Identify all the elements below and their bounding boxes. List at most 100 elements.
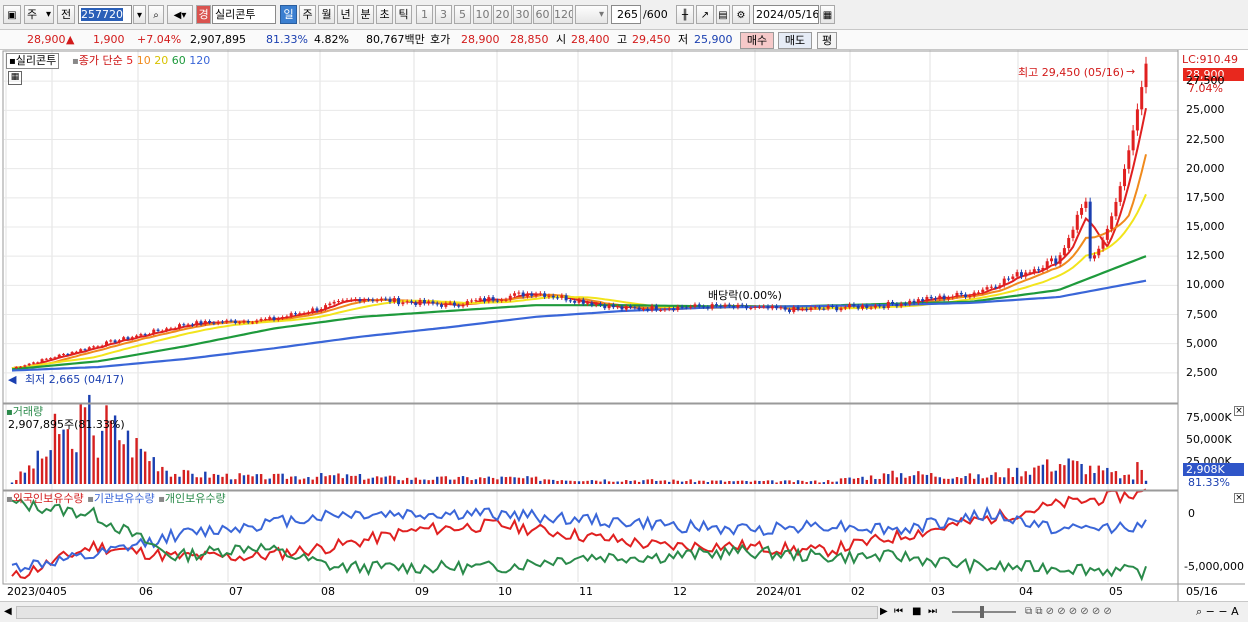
fast-forward-icon[interactable]: ⏭ (928, 605, 937, 618)
interval-60[interactable]: 60 (533, 5, 552, 24)
candle-body (1028, 272, 1032, 274)
volume-bar (255, 474, 259, 484)
volume-bar (792, 482, 795, 484)
price-ytick: 12,500 (1186, 249, 1225, 263)
buy-button[interactable]: 매수 (740, 32, 774, 49)
candle-body (96, 346, 100, 348)
volume-bar (839, 478, 843, 484)
period-year[interactable]: 년 (337, 5, 354, 24)
candle-body (1123, 168, 1127, 187)
scroll-right-icon[interactable]: ▶ (880, 605, 888, 618)
scroll-left-icon[interactable]: ◀ (4, 605, 12, 618)
zoom-slider[interactable] (952, 611, 1016, 613)
average-button[interactable]: 평 (817, 32, 837, 49)
volume-bar (32, 468, 35, 484)
interval-20[interactable]: 20 (493, 5, 512, 24)
interval-30[interactable]: 30 (513, 5, 532, 24)
candle-body (173, 328, 177, 330)
interval-3[interactable]: 3 (435, 5, 452, 24)
date-input[interactable]: 2024/05/16 (753, 5, 819, 24)
period-month[interactable]: 월 (318, 5, 335, 24)
volume-bar (221, 476, 224, 484)
candle-body (135, 335, 139, 338)
period-day[interactable]: 일 (280, 5, 297, 24)
period-tick[interactable]: 틱 (395, 5, 412, 24)
volume-bar (771, 480, 774, 484)
rewind-icon[interactable]: ⏮ (894, 605, 903, 618)
layout-icons[interactable]: ⧉ ⧉ ⊘ ⊘ ⊘ ⊘ ⊘ ⊘ (1025, 605, 1112, 618)
interval-10[interactable]: 10 (473, 5, 492, 24)
volume-bar (436, 476, 439, 484)
calendar-icon[interactable]: ▦ (820, 5, 835, 24)
candle-body (79, 349, 83, 352)
volume-bar (556, 480, 559, 484)
volume-bar (530, 477, 533, 484)
candle-body (306, 312, 310, 314)
speaker-icon[interactable]: ◀▾ (167, 5, 193, 24)
volume-close-icon[interactable]: × (1234, 406, 1244, 416)
save-icon[interactable]: ▤ (716, 5, 730, 24)
interval-5[interactable]: 5 (454, 5, 471, 24)
stop-icon[interactable]: ■ (912, 605, 921, 618)
prefix-button[interactable]: 전 (57, 5, 75, 24)
stock-code-input[interactable]: 257720 (78, 5, 132, 24)
candle-body (113, 340, 117, 343)
volume-bar (934, 476, 937, 484)
candle-body (1110, 216, 1114, 229)
volume-bar (169, 476, 173, 484)
volume-bar (363, 479, 366, 484)
candle-body (251, 322, 255, 324)
candle-body (126, 337, 130, 340)
horizontal-scrollbar[interactable] (16, 606, 878, 619)
candle-body (495, 300, 499, 302)
price-legend-name[interactable]: ▪실리콘투 (6, 53, 60, 69)
candle-body (143, 334, 147, 336)
zoom-slider-thumb[interactable] (980, 606, 984, 618)
volume-bar (942, 478, 946, 484)
period-week[interactable]: 주 (299, 5, 316, 24)
interval-120[interactable]: 120 (553, 5, 573, 24)
custom-interval-select[interactable]: ▾ (575, 5, 608, 24)
candle-body (289, 313, 293, 317)
candle-body (800, 308, 804, 310)
volume-bar (874, 479, 877, 484)
search-icon[interactable]: ⌕ (148, 5, 164, 24)
grid-toggle-icon[interactable]: ▦ (8, 71, 22, 85)
candle-body (564, 295, 568, 301)
volume-bar (891, 470, 894, 484)
code-dropdown-icon[interactable]: ▾ (133, 5, 146, 24)
stock-chart[interactable] (0, 50, 1248, 621)
volume-bar (509, 476, 512, 484)
holding-close-icon[interactable]: × (1234, 493, 1244, 503)
volume-bar (878, 478, 881, 484)
draw-tool-icon[interactable]: ↗ (696, 5, 714, 24)
count-input[interactable]: 265 (611, 5, 641, 24)
volume-bar (676, 480, 679, 484)
candle-body (955, 292, 959, 297)
candle-body (1037, 269, 1041, 271)
volume-bar (337, 473, 340, 484)
candle-style-icon[interactable]: ╫ (676, 5, 694, 24)
zoom-controls-icon[interactable]: ⌕ − − A (1196, 605, 1239, 618)
period-minute[interactable]: 분 (357, 5, 374, 24)
sell-button[interactable]: 매도 (778, 32, 812, 49)
volume-bar (582, 481, 585, 484)
gear-icon[interactable]: ⚙ (732, 5, 750, 24)
period-second[interactable]: 초 (376, 5, 393, 24)
volume-bar (423, 479, 426, 484)
window-icon[interactable]: ▣ (3, 5, 21, 24)
candle-body (1075, 214, 1079, 230)
volume-bar (1046, 459, 1049, 484)
volume-bar (788, 480, 791, 484)
volume-value-label: 2,907,895주(81.33%) (8, 418, 125, 431)
x-axis-label: 10 (498, 585, 512, 598)
candle-body (719, 305, 723, 307)
volume-bar (616, 481, 619, 484)
volume-bar (1080, 463, 1083, 484)
candle-body (100, 345, 104, 347)
interval-1[interactable]: 1 (416, 5, 433, 24)
volume-value: 2,907,895 (190, 33, 246, 46)
candle-body (899, 303, 903, 307)
market-select[interactable]: 주 ▾ (24, 5, 54, 24)
volume-bar (152, 457, 155, 484)
